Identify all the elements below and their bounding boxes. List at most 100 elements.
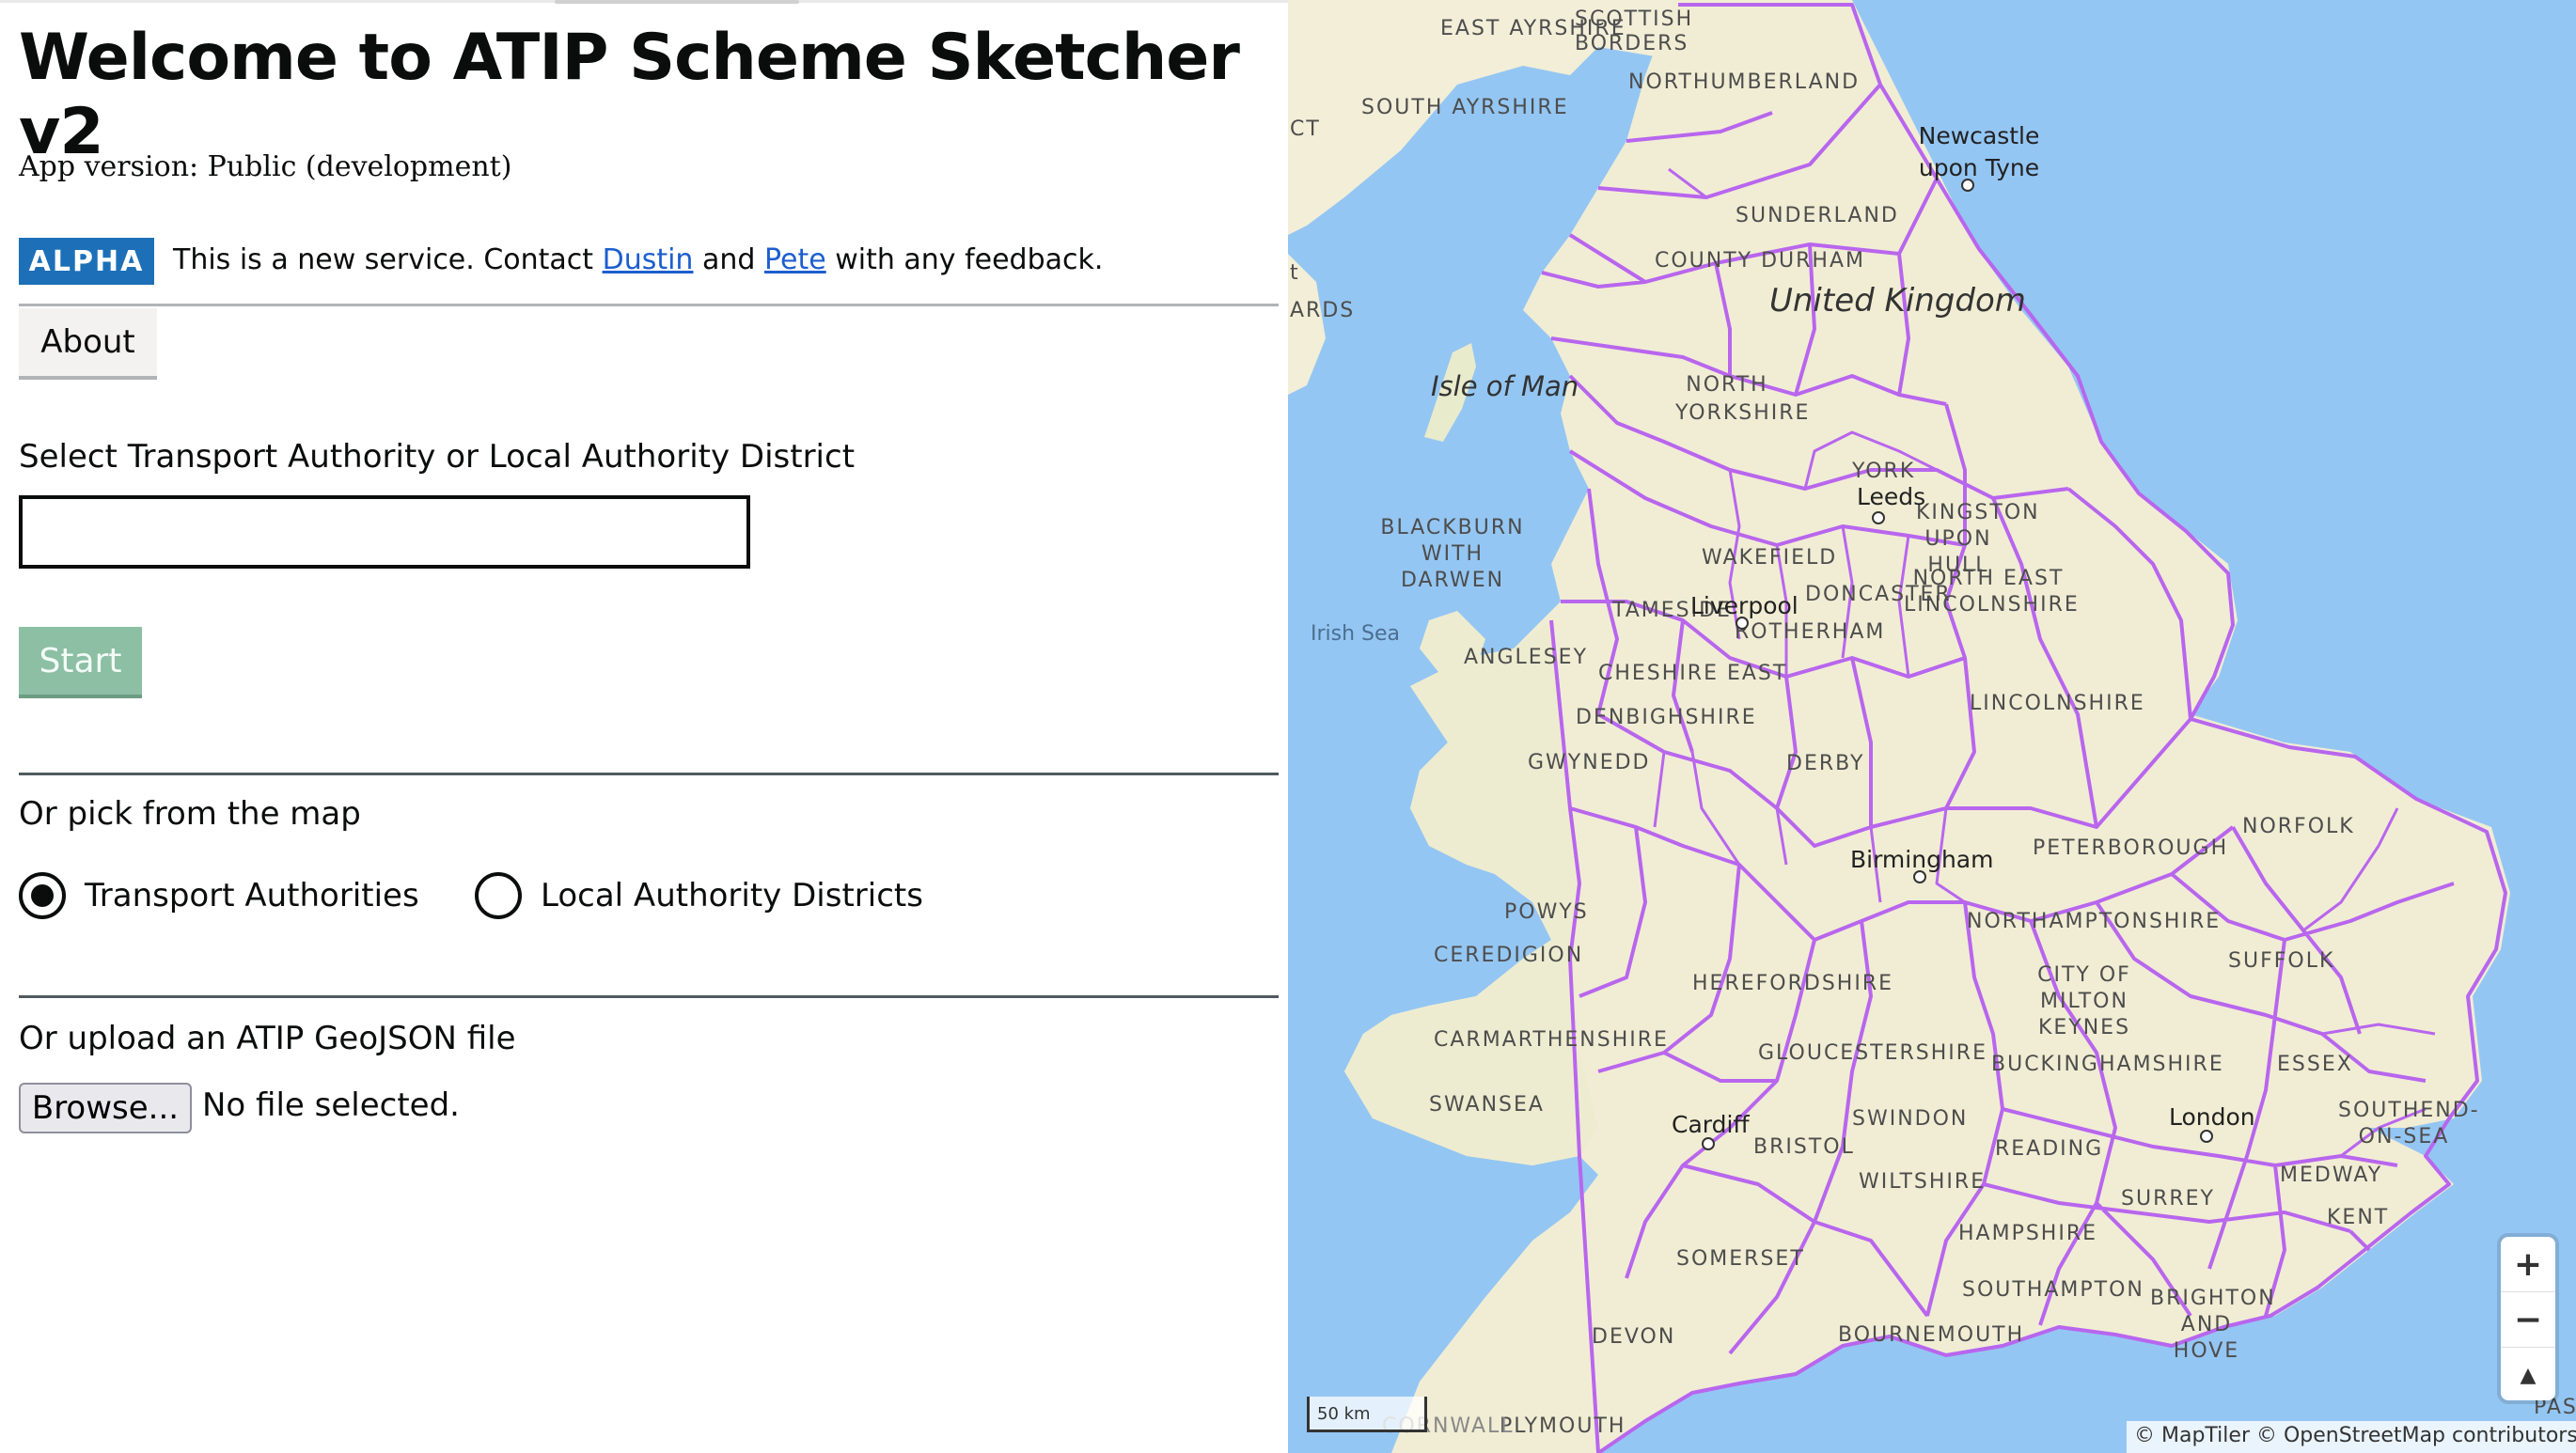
map-label-city: Cardiff bbox=[1672, 1111, 1750, 1138]
map-label-region: DONCASTER bbox=[1805, 583, 1952, 606]
city-marker bbox=[1913, 870, 1926, 883]
radio-local-authority-districts[interactable]: Local Authority Districts bbox=[475, 869, 923, 922]
page-title: Welcome to ATIP Scheme Sketcher v2 bbox=[19, 21, 1240, 169]
file-status-text: No file selected. bbox=[202, 1086, 460, 1124]
map-label-region: SUNDERLAND bbox=[1736, 204, 1899, 227]
map-label-island: Isle of Man bbox=[1431, 370, 1579, 402]
authority-input[interactable] bbox=[19, 495, 750, 569]
map-label-city: Liverpool bbox=[1690, 592, 1798, 619]
map-label-region: ESSEX bbox=[2277, 1053, 2353, 1076]
upload-label: Or upload an ATIP GeoJSON file bbox=[19, 1020, 516, 1057]
zoom-controls: + − ▲ bbox=[2501, 1237, 2555, 1400]
map-label-sea: Irish Sea bbox=[1311, 622, 1401, 646]
map-label-region: CHESHIRE EAST bbox=[1598, 662, 1788, 685]
map-label-region: DEVON bbox=[1592, 1325, 1676, 1349]
map-label-region: PETERBOROUGH bbox=[2033, 836, 2229, 860]
city-marker bbox=[1872, 511, 1885, 524]
browse-button[interactable]: Browse... bbox=[19, 1083, 192, 1133]
map-label-city: Newcastle upon Tyne bbox=[1918, 122, 2040, 181]
map-label-region: HAMPSHIRE bbox=[1958, 1222, 2098, 1245]
radio-dot bbox=[31, 884, 54, 907]
map-label-region: WAKEFIELD bbox=[1702, 546, 1838, 570]
map-label-region: COUNTY DURHAM bbox=[1655, 249, 1866, 273]
map-label-city: London bbox=[2169, 1103, 2255, 1131]
map-label-region: ROTHERHAM bbox=[1735, 620, 1886, 644]
city-marker bbox=[1702, 1137, 1715, 1150]
map-label-region: LINCOLNSHIRE bbox=[1970, 692, 2145, 715]
map-label-region: NORTHUMBERLAND bbox=[1628, 70, 1861, 94]
map-label-city: Leeds bbox=[1857, 483, 1926, 510]
map-label-region: CEREDIGION bbox=[1434, 944, 1584, 967]
map-label-region: DERBY bbox=[1786, 752, 1865, 775]
map-label-region: SURREY bbox=[2121, 1187, 2215, 1211]
phase-banner-text: This is a new service. Contact Dustin an… bbox=[173, 243, 1103, 276]
compass-icon[interactable]: ▲ bbox=[2501, 1348, 2555, 1402]
sidebar-panel: Welcome to ATIP Scheme Sketcher v2 App v… bbox=[0, 0, 1288, 1453]
map-label-region: GWYNEDD bbox=[1528, 751, 1651, 774]
phase-text-middle: and bbox=[693, 243, 764, 276]
authority-select-label: Select Transport Authority or Local Auth… bbox=[19, 438, 856, 476]
start-button[interactable]: Start bbox=[19, 627, 142, 698]
map-label-region: SOUTHAMPTON bbox=[1962, 1278, 2144, 1302]
map-label-region: SWANSEA bbox=[1429, 1093, 1545, 1117]
map-label-region: READING bbox=[1995, 1137, 2104, 1161]
section-divider bbox=[19, 995, 1279, 998]
radio-label: Local Authority Districts bbox=[541, 877, 923, 914]
map-label-region: BUCKINGHAMSHIRE bbox=[1991, 1053, 2224, 1076]
section-divider bbox=[19, 773, 1279, 775]
city-marker bbox=[1961, 179, 1974, 192]
radio-transport-authorities[interactable]: Transport Authorities bbox=[19, 869, 419, 922]
city-marker bbox=[1736, 617, 1749, 630]
map-label-country: United Kingdom bbox=[1769, 282, 2026, 320]
map-label-region: ANGLESEY bbox=[1464, 646, 1589, 669]
map-label-region: SCOTTISH BORDERS bbox=[1575, 8, 1694, 55]
map-label-region: GLOUCESTERSHIRE bbox=[1758, 1041, 1987, 1065]
map-label-region: HEREFORDSHIRE bbox=[1692, 972, 1894, 995]
map-label-region: MEDWAY bbox=[2280, 1164, 2383, 1187]
map-label-region: NORFOLK bbox=[2242, 815, 2355, 838]
about-button[interactable]: About bbox=[19, 308, 157, 380]
map-label-region: PLYMOUTH bbox=[1500, 1414, 1626, 1438]
app-version-text: App version: Public (development) bbox=[19, 150, 512, 183]
map-label-region: KENT bbox=[2327, 1206, 2390, 1229]
map-label-region: SOUTHEND-ON-SEA bbox=[2338, 1099, 2480, 1148]
map-attribution: © MapTiler © OpenStreetMap contributors bbox=[2127, 1421, 2576, 1453]
radio-button[interactable] bbox=[475, 872, 522, 919]
phase-banner: ALPHA This is a new service. Contact Dus… bbox=[19, 238, 1279, 304]
phase-text-before: This is a new service. Contact bbox=[173, 243, 603, 276]
map-label-region: YORK bbox=[1852, 460, 1916, 483]
alpha-tag: ALPHA bbox=[19, 238, 154, 285]
zoom-in-button[interactable]: + bbox=[2501, 1237, 2555, 1292]
map-view[interactable]: EAST AYRSHIRE SCOTTISH BORDERS NORTHUMBE… bbox=[1288, 0, 2576, 1453]
map-label-edge: CT bbox=[1290, 117, 1321, 141]
contact-dustin-link[interactable]: Dustin bbox=[603, 243, 694, 276]
zoom-out-button[interactable]: − bbox=[2501, 1292, 2555, 1348]
map-canvas[interactable] bbox=[1288, 0, 2576, 1453]
map-label-edge: ARDS bbox=[1290, 299, 1356, 322]
map-label-region: DENBIGHSHIRE bbox=[1576, 706, 1757, 729]
map-label-region: SOMERSET bbox=[1676, 1247, 1805, 1271]
radio-label: Transport Authorities bbox=[85, 877, 419, 914]
top-scroll-indicator bbox=[555, 0, 799, 4]
contact-pete-link[interactable]: Pete bbox=[764, 243, 826, 276]
map-label-region: WILTSHIRE bbox=[1859, 1170, 1987, 1194]
map-label-region: CARMARTHENSHIRE bbox=[1434, 1028, 1669, 1052]
map-label-city: Birmingham bbox=[1850, 846, 1994, 873]
map-label-region: SOUTH AYRSHIRE bbox=[1361, 96, 1569, 119]
map-label-region: SWINDON bbox=[1852, 1107, 1969, 1131]
map-label-region: BLACKBURN WITH DARWEN bbox=[1380, 516, 1525, 592]
radio-button-selected[interactable] bbox=[19, 872, 66, 919]
city-marker bbox=[2200, 1130, 2213, 1143]
map-label-region: BOURNEMOUTH bbox=[1838, 1323, 2025, 1347]
map-label-region: POWYS bbox=[1504, 900, 1589, 924]
map-label-region: SUFFOLK bbox=[2228, 949, 2335, 973]
map-picker-label: Or pick from the map bbox=[19, 795, 361, 833]
map-label-region: NORTH YORKSHIRE bbox=[1675, 373, 1811, 425]
map-label-region: CITY OF MILTON KEYNES bbox=[2037, 963, 2131, 1039]
map-label-edge: t bbox=[1290, 261, 1300, 285]
map-label-region: BRISTOL bbox=[1753, 1135, 1855, 1159]
phase-divider bbox=[19, 304, 1279, 306]
phase-text-after: with any feedback. bbox=[825, 243, 1104, 276]
scale-bar: 50 km bbox=[1307, 1397, 1427, 1432]
map-label-region: BRIGHTON AND HOVE bbox=[2150, 1287, 2276, 1363]
